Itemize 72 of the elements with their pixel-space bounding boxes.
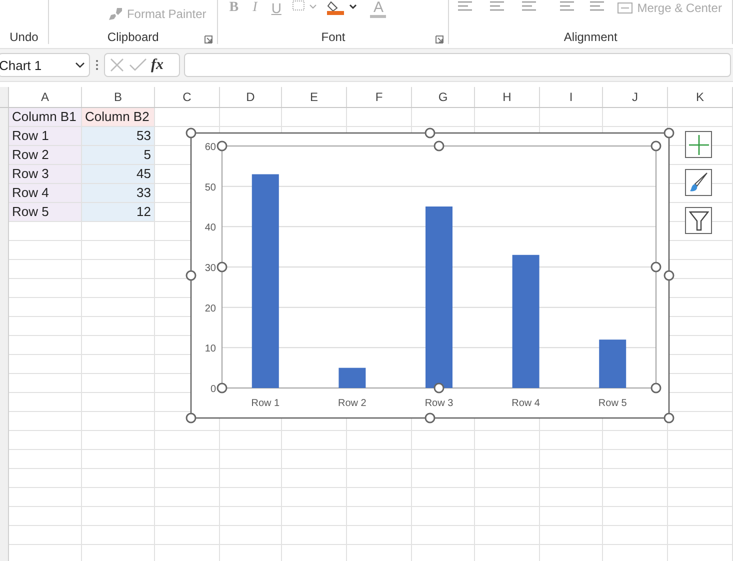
paintbrush-icon xyxy=(688,172,708,194)
dialog-launcher-icon[interactable] xyxy=(435,35,444,44)
header-cell: Column B1 xyxy=(9,108,82,127)
resize-handle[interactable] xyxy=(216,140,228,152)
column-header[interactable]: H xyxy=(475,87,540,107)
table-cell: 45 xyxy=(82,165,155,184)
plus-icon xyxy=(688,134,710,156)
funnel-icon xyxy=(688,210,708,232)
check-icon[interactable] xyxy=(129,58,147,72)
table-cell: Row 1 xyxy=(9,127,82,146)
axis-tick-label: 20 xyxy=(204,303,216,314)
category-label: Row 2 xyxy=(338,398,366,409)
ribbon-group-label: Alignment xyxy=(564,30,618,44)
resize-handle[interactable] xyxy=(650,140,662,152)
axis-tick-label: 30 xyxy=(204,263,216,274)
column-header[interactable]: C xyxy=(155,87,220,107)
column-header[interactable]: E xyxy=(282,87,347,107)
chart-filters-button[interactable] xyxy=(685,207,712,234)
ribbon-group-label: Font xyxy=(321,30,346,44)
brush-icon xyxy=(108,7,123,21)
column-header[interactable]: I xyxy=(540,87,603,107)
resize-handle[interactable] xyxy=(216,382,228,394)
category-label: Row 5 xyxy=(598,398,627,409)
dialog-launcher-icon[interactable] xyxy=(204,35,214,44)
resize-handle[interactable] xyxy=(664,270,674,281)
axis-tick-label: 60 xyxy=(204,142,216,153)
resize-handle[interactable] xyxy=(186,270,196,281)
formula-input[interactable] xyxy=(184,53,731,77)
table-cell: 33 xyxy=(82,184,155,203)
resize-handle[interactable] xyxy=(186,128,196,138)
column-header[interactable]: F xyxy=(347,87,412,107)
more-options-icon[interactable] xyxy=(94,58,100,72)
category-label: Row 3 xyxy=(424,398,454,409)
table-cell: Row 5 xyxy=(9,203,82,222)
resize-handle[interactable] xyxy=(434,382,444,394)
resize-handle[interactable] xyxy=(664,128,674,138)
axis-tick-label: 40 xyxy=(204,222,216,234)
axis-tick-label: 50 xyxy=(204,182,216,194)
chart-elements-button[interactable] xyxy=(685,131,712,158)
table-cell: 5 xyxy=(82,146,155,165)
ribbon-group-label: Clipboard xyxy=(107,30,159,44)
resize-handle[interactable] xyxy=(434,140,444,152)
table-cell: Row 3 xyxy=(9,165,82,184)
axis-tick-label: 0 xyxy=(210,384,216,395)
column-header[interactable]: D xyxy=(220,87,282,107)
resize-handle[interactable] xyxy=(424,128,436,138)
resize-handle[interactable] xyxy=(650,382,662,394)
column-header[interactable]: A xyxy=(9,87,82,107)
bar xyxy=(338,368,366,388)
column-header[interactable]: K xyxy=(668,87,733,107)
header-cell: Column B2 xyxy=(82,108,155,127)
insert-function-button[interactable]: fx xyxy=(151,56,164,74)
table-cell: 12 xyxy=(82,203,155,222)
table-cell: Row 2 xyxy=(9,146,82,165)
bar xyxy=(599,340,626,388)
category-label: Row 4 xyxy=(512,398,540,409)
column-header[interactable]: B xyxy=(82,87,155,107)
table-cell: Row 4 xyxy=(9,184,82,203)
resize-handle[interactable] xyxy=(186,412,196,424)
table-cell: 53 xyxy=(82,127,155,146)
merge-icon xyxy=(617,2,634,14)
axis-tick-label: 10 xyxy=(204,344,216,355)
resize-handle[interactable] xyxy=(216,262,228,272)
category-label: Row 1 xyxy=(251,398,280,409)
column-header[interactable]: J xyxy=(603,87,668,107)
resize-handle[interactable] xyxy=(650,262,662,272)
chart-styles-button[interactable] xyxy=(685,169,712,196)
ribbon-group-label: Undo xyxy=(10,30,38,44)
name-box[interactable]: Chart 1 xyxy=(0,53,90,77)
column-header[interactable]: G xyxy=(412,87,475,107)
resize-handle[interactable] xyxy=(424,412,436,424)
resize-handle[interactable] xyxy=(664,412,674,424)
